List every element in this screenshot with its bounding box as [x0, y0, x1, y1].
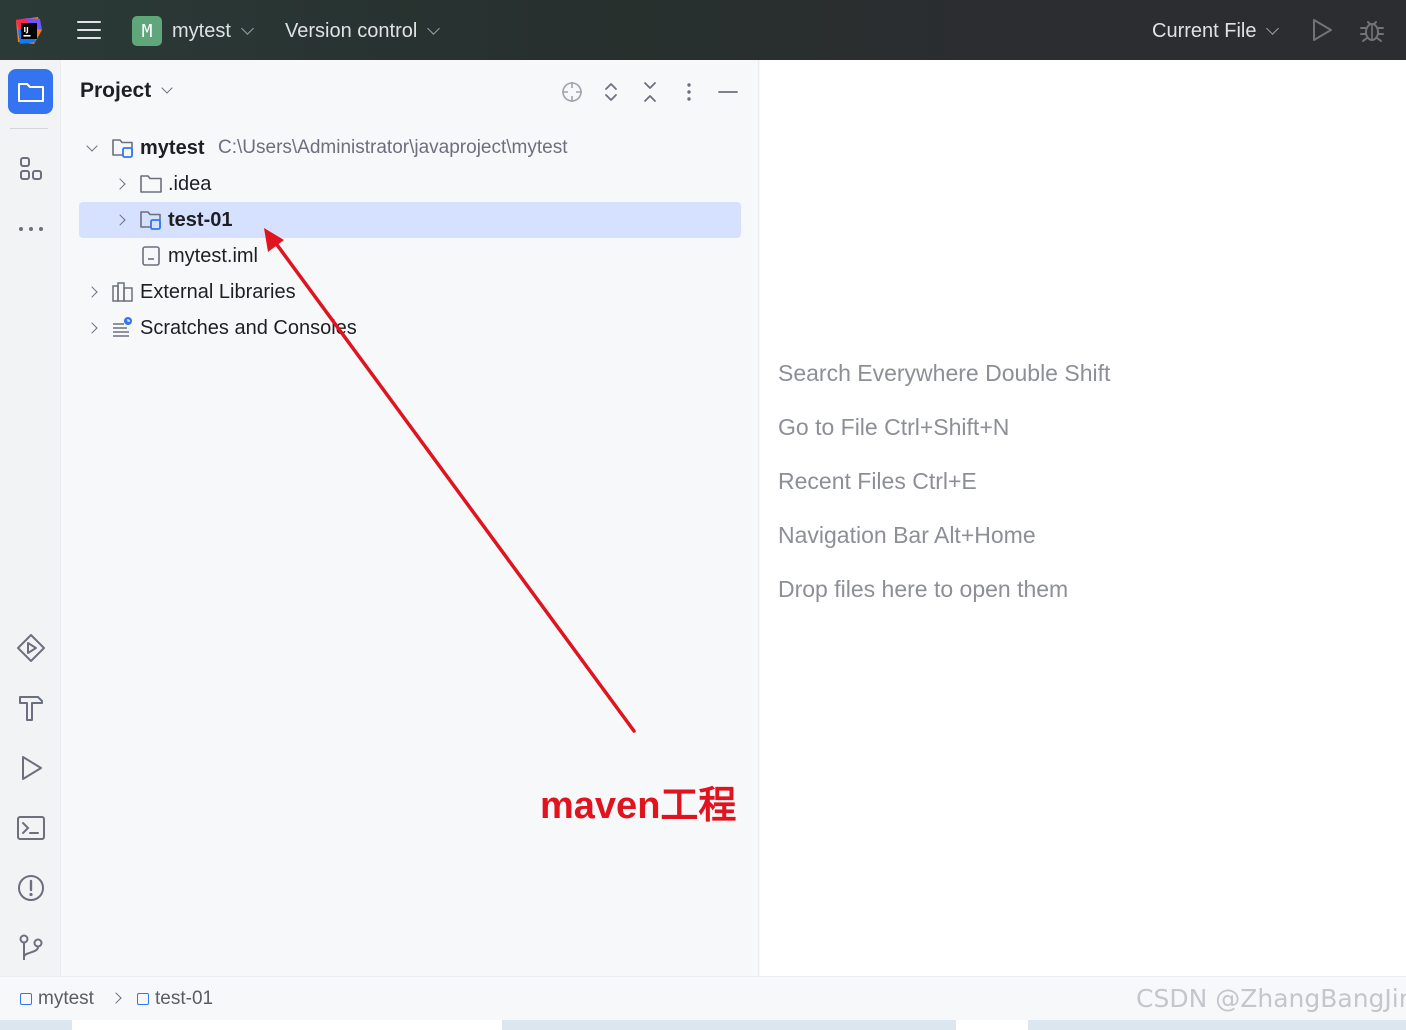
project-tool-button[interactable] — [8, 69, 53, 114]
tree-item-path: C:\Users\Administrator\javaproject\mytes… — [218, 137, 568, 158]
tree-item-label: Scratches and Consoles — [140, 316, 357, 339]
run-configuration-selector[interactable]: Current File — [1152, 16, 1280, 46]
tree-item-idea[interactable]: .idea — [79, 166, 741, 202]
collapse-all-icon[interactable] — [638, 80, 662, 104]
project-name: mytest — [172, 19, 231, 42]
chevron-down-icon — [427, 21, 441, 35]
expand-all-icon[interactable] — [599, 80, 623, 104]
tree-item-scratches[interactable]: Scratches and Consoles — [79, 310, 741, 346]
chevron-right-icon[interactable] — [110, 210, 130, 230]
chevron-right-icon[interactable] — [82, 318, 102, 338]
chevron-right-icon[interactable] — [82, 282, 102, 302]
tree-item-external-libraries[interactable]: External Libraries — [79, 274, 741, 310]
locate-icon[interactable] — [560, 80, 584, 104]
structure-icon — [19, 156, 42, 180]
taskbar-segment — [72, 1020, 502, 1030]
problems-icon — [17, 874, 44, 901]
svg-text:IJ: IJ — [24, 26, 29, 34]
more-icon — [18, 226, 43, 231]
git-icon — [19, 934, 42, 960]
chevron-down-icon — [1266, 21, 1280, 35]
run-tool-button[interactable] — [8, 745, 53, 790]
more-tool-windows-button[interactable] — [8, 206, 53, 251]
tree-item-test-01[interactable]: test-01 — [79, 202, 741, 238]
hint-navigation-bar: Navigation Bar Alt+Home — [778, 522, 1036, 548]
module-folder-icon — [112, 139, 133, 158]
module-icon — [20, 993, 32, 1005]
project-selector[interactable]: M mytest — [132, 16, 254, 46]
project-folder-icon — [17, 82, 44, 102]
vcs-label: Version control — [285, 19, 418, 42]
tree-item-label: test-01 — [168, 208, 233, 231]
taskbar-segment — [956, 1020, 1028, 1030]
services-tool-button[interactable] — [8, 625, 53, 670]
run-icon[interactable] — [1310, 17, 1334, 43]
hint-go-to-file: Go to File Ctrl+Shift+N — [778, 414, 1010, 440]
ide-window: IJ M mytest Version control Current File — [0, 0, 1406, 1030]
breadcrumb-label: mytest — [38, 988, 94, 1009]
module-icon — [137, 993, 149, 1005]
project-tool-window: Project mytest C:\Users\Administrator\ja… — [61, 60, 759, 976]
version-control-menu[interactable]: Version control — [285, 16, 441, 46]
structure-tool-button[interactable] — [8, 146, 53, 191]
panel-title: Project — [80, 79, 152, 102]
tree-item-mytest-iml[interactable]: mytest.iml — [79, 238, 741, 274]
intellij-logo-icon[interactable]: IJ — [14, 16, 44, 46]
file-icon — [142, 246, 160, 266]
hint-search-everywhere: Search Everywhere Double Shift — [778, 360, 1111, 386]
scratches-icon — [113, 317, 132, 337]
hint-drop-files: Drop files here to open them — [778, 576, 1069, 602]
tree-item-label: mytest — [140, 136, 205, 159]
build-tool-button[interactable] — [8, 685, 53, 730]
tree-item-mytest[interactable]: mytest C:\Users\Administrator\javaprojec… — [79, 130, 741, 166]
tree-item-label: External Libraries — [140, 280, 296, 303]
run-config-label: Current File — [1152, 19, 1257, 42]
problems-tool-button[interactable] — [8, 865, 53, 910]
tree-item-label: .idea — [168, 172, 212, 195]
chevron-down-icon — [161, 82, 173, 94]
taskbar-edge — [0, 1020, 1406, 1030]
terminal-tool-button[interactable] — [8, 805, 53, 850]
breadcrumb-test-01[interactable]: test-01 — [137, 987, 213, 1011]
hint-recent-files: Recent Files Ctrl+E — [778, 468, 977, 494]
module-folder-icon — [140, 211, 161, 230]
breadcrumb-mytest[interactable]: mytest — [20, 987, 94, 1011]
project-badge: M — [132, 16, 162, 46]
chevron-right-icon — [110, 992, 122, 1004]
watermark: CSDN @ZhangBangJin — [1136, 984, 1406, 1013]
annotation-label: maven工程 — [540, 785, 737, 827]
services-icon — [16, 633, 45, 662]
tree-item-label: mytest.iml — [168, 244, 258, 267]
editor-empty-state: Search Everywhere Double Shift Go to Fil… — [760, 60, 1406, 976]
folder-icon — [140, 175, 162, 193]
chevron-right-icon[interactable] — [110, 174, 130, 194]
chevron-down-icon — [241, 21, 254, 35]
toolbar-divider — [10, 128, 48, 129]
terminal-icon — [16, 815, 45, 840]
hide-icon[interactable] — [716, 80, 740, 104]
title-bar: IJ M mytest Version control Current File — [0, 0, 1406, 60]
chevron-down-icon[interactable] — [82, 138, 102, 158]
project-panel-header: Project — [61, 60, 759, 124]
run-icon — [21, 755, 42, 780]
options-icon[interactable] — [677, 80, 701, 104]
debug-icon[interactable] — [1358, 16, 1386, 44]
build-icon — [18, 695, 43, 721]
breadcrumb-label: test-01 — [155, 988, 214, 1009]
left-tool-window-bar — [0, 60, 61, 976]
git-tool-button[interactable] — [8, 925, 53, 970]
project-view-selector[interactable]: Project — [80, 79, 173, 103]
hamburger-menu-icon[interactable] — [72, 16, 106, 44]
library-icon — [112, 282, 133, 302]
